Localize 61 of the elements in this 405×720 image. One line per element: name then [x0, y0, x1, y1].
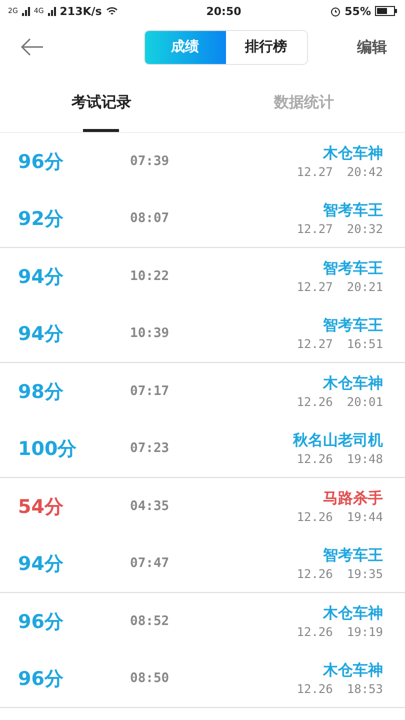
exam-date: 12.26	[296, 452, 333, 466]
clock-time: 20:50	[206, 4, 242, 18]
signal-icon	[48, 6, 56, 16]
duration: 07:39	[130, 154, 170, 169]
duration: 07:47	[130, 556, 170, 571]
rank-title: 智考车王	[323, 316, 383, 335]
score: 94分	[18, 322, 64, 346]
network-speed: 213K/s	[60, 4, 102, 18]
duration: 08:50	[130, 671, 170, 686]
exam-date: 12.26	[296, 625, 333, 639]
exam-time: 19:35	[346, 567, 383, 581]
exam-date: 12.26	[296, 567, 333, 581]
duration: 07:17	[130, 384, 170, 399]
rank-title: 智考车王	[323, 259, 383, 278]
score: 54分	[18, 494, 64, 520]
alarm-icon	[330, 6, 341, 16]
duration: 10:39	[130, 326, 170, 341]
exam-date: 12.27	[296, 165, 333, 179]
rank-title: 木仓车神	[323, 661, 383, 680]
score: 100分	[18, 436, 78, 462]
duration: 08:07	[130, 211, 170, 226]
exam-time: 19:44	[346, 510, 383, 524]
tab[interactable]: 考试记录	[0, 72, 202, 132]
duration: 04:35	[130, 499, 170, 514]
score: 96分	[18, 150, 64, 174]
exam-time: 19:48	[346, 452, 383, 466]
score: 94分	[18, 552, 64, 576]
edit-button[interactable]: 编辑	[357, 38, 387, 56]
battery-icon	[374, 6, 397, 16]
signal-icon	[22, 6, 30, 16]
exam-date: 12.26	[296, 395, 333, 409]
exam-time: 19:19	[346, 625, 383, 639]
rank-title: 智考车王	[323, 546, 383, 565]
exam-date: 12.26	[296, 682, 333, 696]
exam-time: 20:42	[346, 165, 383, 179]
score: 92分	[18, 206, 64, 232]
battery-percent: 55%	[344, 4, 371, 18]
score: 98分	[18, 380, 64, 404]
duration: 07:23	[130, 441, 170, 456]
exam-time: 18:53	[346, 682, 383, 696]
exam-time: 20:32	[346, 222, 383, 236]
duration: 10:22	[130, 269, 170, 284]
exam-time: 20:21	[346, 280, 383, 294]
score: 94分	[18, 264, 64, 290]
exam-date: 12.26	[296, 510, 333, 524]
exam-date: 12.27	[296, 337, 333, 351]
exam-time: 16:51	[346, 337, 383, 351]
rank-title: 木仓车神	[323, 144, 383, 163]
back-icon[interactable]	[20, 38, 44, 56]
exam-date: 12.27	[296, 222, 333, 236]
score: 96分	[18, 610, 64, 634]
rank-title: 马路杀手	[323, 489, 383, 508]
wifi-icon	[106, 6, 118, 16]
rank-title: 木仓车神	[323, 374, 383, 393]
exam-date: 12.27	[296, 280, 333, 294]
rank-title: 智考车王	[323, 201, 383, 220]
rank-title: 木仓车神	[323, 604, 383, 623]
duration: 08:52	[130, 614, 170, 629]
rank-title: 秋名山老司机	[293, 431, 383, 450]
score: 96分	[18, 666, 64, 692]
exam-time: 20:01	[346, 395, 383, 409]
